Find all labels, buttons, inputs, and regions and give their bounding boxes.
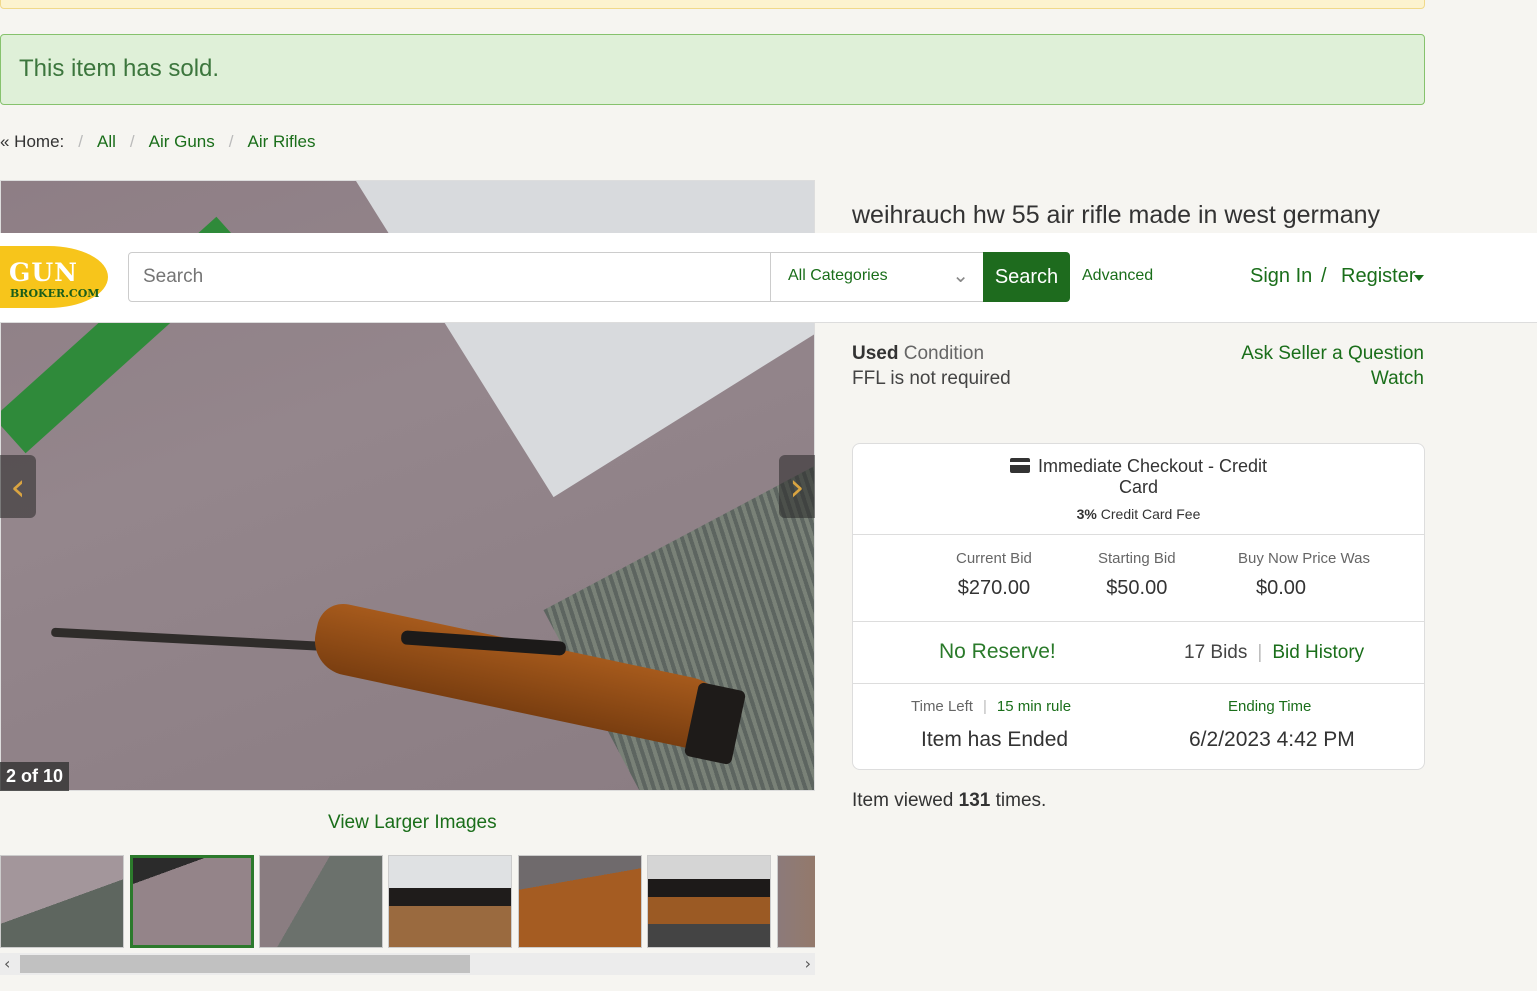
listing-title: weihrauch hw 55 air rifle made in west g…: [852, 201, 1381, 229]
current-bid: Current Bid $270.00: [956, 550, 1032, 600]
credit-card-fee: 3% Credit Card Fee: [853, 506, 1424, 522]
divider: [853, 621, 1424, 622]
fifteen-min-rule-link[interactable]: 15 min rule: [997, 698, 1071, 715]
condition-value: Used: [852, 343, 899, 364]
logo-text-main: GUN: [9, 258, 79, 287]
category-select-value: All Categories: [788, 267, 888, 284]
gunbroker-logo[interactable]: GUN BROKER.COM: [0, 246, 108, 308]
prev-image-button[interactable]: ‹: [0, 455, 36, 518]
current-bid-label: Current Bid: [956, 550, 1032, 567]
checkout-line2: Card: [1118, 477, 1158, 497]
divider: [853, 683, 1424, 684]
bid-count: 17 Bids: [1184, 642, 1248, 663]
ffl-status: FFL is not required: [852, 368, 1011, 389]
image-counter: 2 of 10: [0, 762, 69, 791]
fee-label: Credit Card Fee: [1100, 506, 1201, 522]
search-button[interactable]: Search: [983, 252, 1070, 302]
thumbnail-5[interactable]: [518, 855, 642, 948]
breadcrumb-separator: /: [78, 132, 83, 151]
condition-label: Condition: [903, 343, 985, 364]
category-select[interactable]: All Categories ⌄: [770, 252, 984, 302]
bid-history-link[interactable]: Bid History: [1272, 642, 1364, 663]
thumbnail-scrollbar[interactable]: ‹ ›: [0, 953, 815, 975]
thumbnail-1[interactable]: [0, 855, 124, 948]
thumbnail-6[interactable]: [647, 855, 771, 948]
breadcrumb-item-air-rifles[interactable]: Air Rifles: [248, 132, 316, 152]
watch-link[interactable]: Watch: [1371, 368, 1424, 390]
warning-banner: [0, 0, 1425, 9]
viewed-count: 131: [958, 790, 991, 811]
scroll-left-icon[interactable]: ‹: [4, 954, 10, 973]
time-left-label: Time Left: [911, 698, 973, 715]
starting-bid-label: Starting Bid: [1098, 550, 1176, 567]
pipe-divider: |: [982, 698, 987, 715]
buy-now-label: Buy Now Price Was: [1238, 550, 1370, 567]
credit-card-icon: [1009, 458, 1030, 473]
header-divider: /: [1321, 265, 1327, 287]
starting-bid: Starting Bid $50.00: [1098, 550, 1176, 600]
buy-now-value: $0.00: [1255, 577, 1307, 599]
time-left: Time Left | 15 min rule: [911, 698, 1071, 715]
item-status: Item has Ended: [921, 728, 1069, 751]
search-input[interactable]: [128, 252, 771, 302]
current-bid-value: $270.00: [957, 577, 1031, 599]
chevron-down-icon: ⌄: [952, 263, 969, 287]
breadcrumb-home[interactable]: « Home:: [0, 132, 64, 152]
sold-alert: This item has sold.: [0, 34, 1425, 105]
breadcrumb-separator: /: [129, 132, 135, 151]
ending-time-label: Ending Time: [1228, 698, 1312, 715]
thumbnail-4[interactable]: [388, 855, 512, 948]
bid-info-card: Immediate Checkout - Credit Card 3% Cred…: [852, 443, 1425, 770]
breadcrumb-item-all[interactable]: All: [97, 132, 116, 152]
site-header: GUN BROKER.COM All Categories ⌄ Search A…: [0, 233, 1537, 323]
view-larger-images-link[interactable]: View Larger Images: [328, 812, 497, 834]
ending-time-value: 6/2/2023 4:42 PM: [1189, 728, 1355, 751]
chevron-right-icon: ›: [789, 464, 805, 509]
breadcrumb-separator: /: [228, 132, 234, 151]
pipe-divider: |: [1257, 642, 1263, 663]
buy-now-price: Buy Now Price Was $0.00: [1238, 550, 1370, 600]
divider: [853, 534, 1424, 535]
starting-bid-value: $50.00: [1106, 577, 1168, 599]
caret-down-icon[interactable]: [1414, 275, 1424, 281]
next-image-button[interactable]: ›: [779, 455, 815, 518]
immediate-checkout: Immediate Checkout - Credit Card: [853, 456, 1424, 498]
advanced-search-link[interactable]: Advanced: [1082, 267, 1153, 285]
scrollbar-thumb[interactable]: [20, 955, 470, 973]
chevron-left-icon: ‹: [10, 464, 26, 509]
thumbnail-2[interactable]: [130, 855, 254, 948]
thumbnail-3[interactable]: [259, 855, 383, 948]
breadcrumb-item-air-guns[interactable]: Air Guns: [149, 132, 215, 152]
sign-in-link[interactable]: Sign In: [1250, 265, 1312, 288]
thumbnail-7[interactable]: [777, 855, 815, 948]
register-link[interactable]: Register: [1341, 265, 1415, 288]
no-reserve-label: No Reserve!: [939, 640, 1056, 663]
breadcrumb: « Home: / All / Air Guns / Air Rifles: [0, 132, 316, 152]
fee-percent: 3%: [1076, 506, 1097, 522]
bids-info: 17 Bids | Bid History: [1184, 642, 1364, 664]
thumbnail-strip: [0, 855, 815, 948]
condition: Used Condition: [852, 343, 984, 365]
viewed-prefix: Item viewed: [852, 790, 954, 811]
logo-text-sub: BROKER.COM: [10, 287, 100, 300]
sold-alert-text: This item has sold.: [19, 55, 220, 82]
ask-seller-link[interactable]: Ask Seller a Question: [1241, 343, 1424, 365]
scroll-right-icon[interactable]: ›: [805, 954, 811, 973]
viewed-suffix: times.: [995, 790, 1047, 811]
view-count: Item viewed 131 times.: [852, 790, 1046, 812]
checkout-line1: Immediate Checkout - Credit: [1037, 456, 1268, 476]
